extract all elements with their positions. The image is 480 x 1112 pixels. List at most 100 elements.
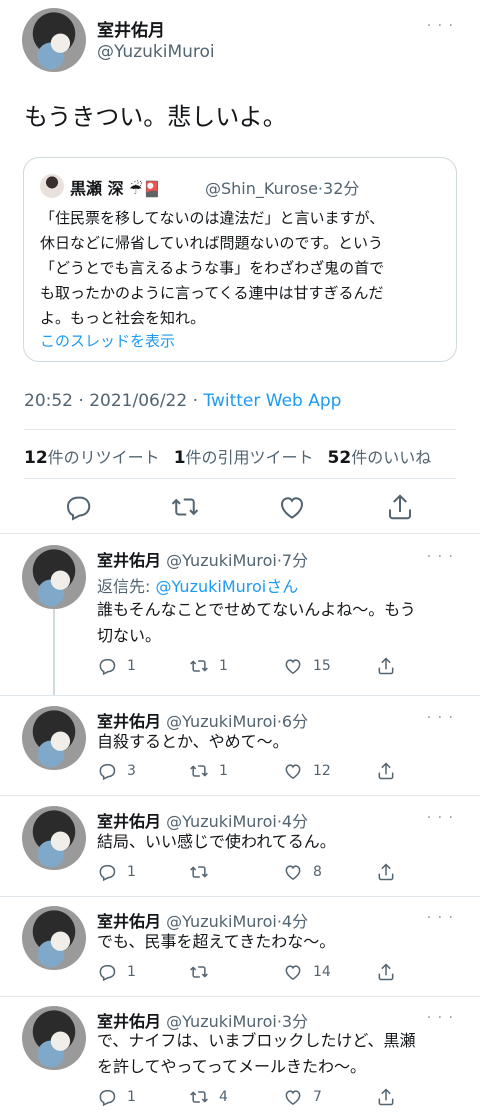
reply-to-link[interactable]: @YuzukiMuroiさん [155,577,298,596]
more-icon[interactable]: · · · [427,549,454,565]
like-button[interactable]: 12 [283,760,331,782]
author-avatar[interactable] [22,8,86,72]
like-icon [285,1090,301,1105]
retweet-icon [190,660,208,672]
like-count-label: 件のいいね [351,448,432,467]
reply-text: でも、民事を超えてきたわな〜。 [97,929,455,955]
quoted-author-name-text: 黒瀬 深 [70,179,124,198]
reply-text: 結局、いい感じで使われてるん。 [97,829,455,855]
retweet-count: 1 [219,658,228,674]
like-count: 12 [313,763,331,779]
reply-icon [99,865,116,882]
reply-count: 1 [127,864,136,880]
tweet-source-link[interactable]: Twitter Web App [203,391,341,411]
more-icon[interactable]: · · · [427,810,454,826]
quoted-time: 32分 [323,179,360,198]
retweet-icon [190,1091,208,1103]
retweet-icon [190,765,208,777]
reply-line: を許してやってってメールきたわ〜。 [97,1057,366,1076]
retweet-button[interactable] [189,861,227,883]
like-button[interactable]: 8 [283,861,322,883]
tweet-action-bar [0,492,480,522]
reply-button[interactable]: 1 [97,1086,136,1108]
like-icon [285,659,301,674]
reply-author-avatar[interactable] [22,1006,86,1070]
like-count-link[interactable]: 52件のいいね [328,448,432,468]
reply-author-name[interactable]: 室井佑月 [97,551,161,570]
quoted-line: も取ったかのように言ってくる連中は甘すぎるんだ [40,284,384,302]
retweet-button[interactable] [189,961,227,983]
share-icon [378,657,394,675]
more-icon[interactable]: · · · [427,910,454,926]
divider [0,996,480,997]
quoted-author-emoji: ☔🎴 [129,180,162,198]
reply-action-bar: 1 4 7 [97,1086,397,1108]
reply-tweet[interactable]: 室井佑月 @YuzukiMuroi·6分 · · · 自殺するとか、やめて〜。 … [0,706,480,796]
retweet-button[interactable]: 1 [189,655,228,677]
reply-button[interactable]: 1 [97,655,136,677]
like-count: 8 [313,864,322,880]
reply-tweet[interactable]: 室井佑月 @YuzukiMuroi·3分 · · · で、ナイフは、いまブロック… [0,1006,480,1112]
reply-icon [99,1090,116,1107]
divider [0,695,480,696]
reply-tweet[interactable]: 室井佑月 @YuzukiMuroi·4分 · · · 結局、いい感じで使われてる… [0,806,480,896]
quoted-author-name: 黒瀬 深 ☔🎴 [70,175,161,199]
divider [0,533,480,534]
more-icon[interactable]: · · · [427,18,454,34]
reply-header: 室井佑月 @YuzukiMuroi·7分 [97,547,308,571]
like-icon[interactable] [277,492,307,522]
reply-to: 返信先: @YuzukiMuroiさん [97,573,298,597]
reply-text: で、ナイフは、いまブロックしたけど、黒瀬 を許してやってってメールきたわ〜。 [97,1028,455,1080]
reply-button[interactable]: 1 [97,861,136,883]
reply-icon[interactable] [63,492,93,522]
reply-line: 切ない。 [97,626,162,645]
reply-author-handle[interactable]: @YuzukiMuroi [166,551,277,570]
share-button[interactable] [376,655,406,677]
reply-to-prefix: 返信先: [97,577,156,596]
like-button[interactable]: 15 [283,655,331,677]
share-button[interactable] [376,1086,406,1108]
quoted-tweet-card[interactable]: 黒瀬 深 ☔🎴 @Shin_Kurose·32分 「住民票を移してないのは違法だ… [23,157,457,362]
reply-button[interactable]: 1 [97,961,136,983]
retweet-button[interactable]: 4 [189,1086,228,1108]
reply-author-avatar[interactable] [22,545,86,609]
like-button[interactable]: 14 [283,961,331,983]
reply-icon [99,659,116,676]
like-button[interactable]: 7 [283,1086,322,1108]
retweet-icon[interactable] [170,492,200,522]
share-button[interactable] [376,861,406,883]
reply-author-avatar[interactable] [22,906,86,970]
quoted-line: 「住民票を移してないのは違法だ」と言いますが、 [40,209,385,227]
quoted-line: 休日などに帰省していれば問題ないのです。という [40,234,384,252]
reply-action-bar: 1 8 [97,861,397,883]
share-button[interactable] [376,760,406,782]
like-icon [285,965,301,980]
reply-line: 自殺するとか、やめて〜。 [97,732,289,751]
reply-line: 誰もそんなことでせめてないんよね〜。もう [97,600,416,619]
divider [24,478,456,479]
reply-text: 自殺するとか、やめて〜。 [97,729,455,755]
share-icon[interactable] [385,492,415,522]
reply-button[interactable]: 3 [97,760,136,782]
retweet-icon [190,866,208,878]
show-thread-link[interactable]: このスレッドを表示 [40,330,175,351]
tweet-meta: 20:52 · 2021/06/22 · Twitter Web App [24,391,341,411]
author-name[interactable]: 室井佑月 [97,16,165,41]
retweet-button[interactable]: 1 [189,760,228,782]
reply-author-avatar[interactable] [22,806,86,870]
reply-tweet[interactable]: 室井佑月 @YuzukiMuroi·4分 · · · でも、民事を超えてきたわな… [0,906,480,996]
like-count: 7 [313,1089,322,1105]
divider [0,896,480,897]
quote-count-link[interactable]: 1件の引用ツイート [174,448,314,468]
reply-tweet[interactable]: 室井佑月 @YuzukiMuroi·7分 · · · 返信先: @YuzukiM… [0,545,480,685]
retweet-count-link[interactable]: 12件のリツイート [24,448,160,468]
more-icon[interactable]: · · · [427,710,454,726]
author-handle[interactable]: @YuzukiMuroi [97,42,215,62]
reply-author-avatar[interactable] [22,706,86,770]
like-count: 15 [313,658,331,674]
reply-action-bar: 3 1 12 [97,760,397,782]
more-icon[interactable]: · · · [427,1010,454,1026]
share-button[interactable] [376,961,406,983]
reply-icon [99,965,116,982]
like-icon [285,764,301,779]
